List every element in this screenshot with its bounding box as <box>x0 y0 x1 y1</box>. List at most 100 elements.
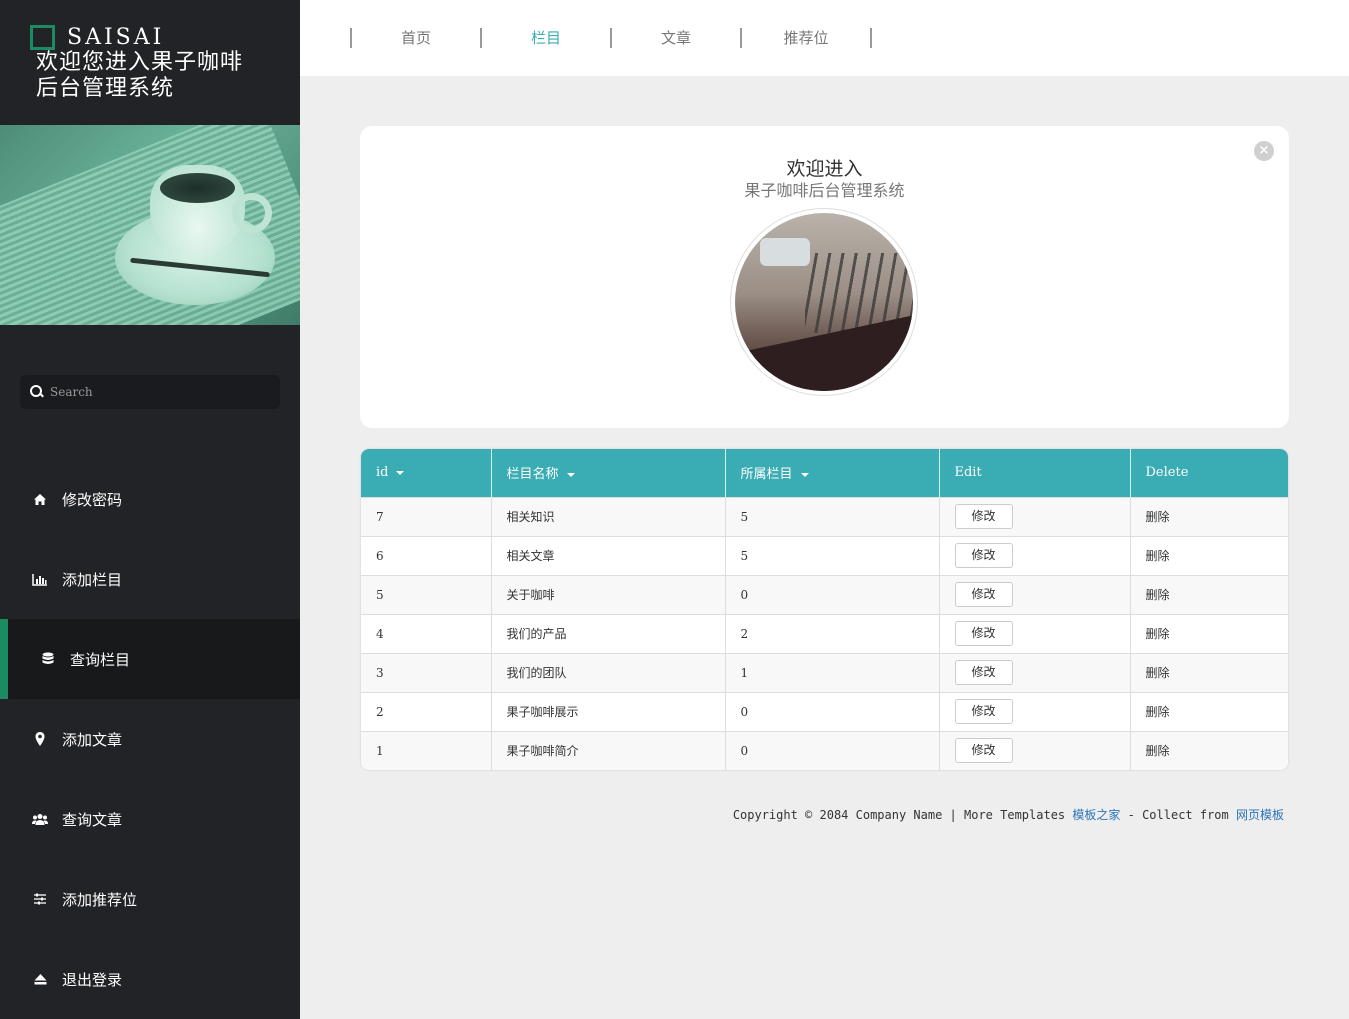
sidebar-item-change-password[interactable]: 修改密码 <box>0 459 300 539</box>
footer-copyright: Copyright © 2084 Company Name | More Tem… <box>732 808 1073 822</box>
search-box <box>20 375 280 409</box>
header-label: Delete <box>1145 465 1189 481</box>
edit-button[interactable]: 修改 <box>954 504 1013 529</box>
edit-button[interactable]: 修改 <box>954 543 1013 568</box>
brand-welcome-line2: 后台管理系统 <box>36 76 175 101</box>
cell-id: 5 <box>361 574 492 614</box>
sidebar: SAISAI 欢迎您进入果子咖啡 后台管理系统 修改密码 添加栏目 <box>0 0 300 1019</box>
cell-edit: 修改 <box>939 574 1131 614</box>
cell-name: 我们的产品 <box>491 613 726 653</box>
cell-id: 1 <box>361 730 492 770</box>
cell-parent: 0 <box>725 730 940 770</box>
sidebar-item-label: 查询栏目 <box>70 650 131 669</box>
table-row: 1 果子咖啡简介 0 修改 删除 <box>361 730 1288 770</box>
cell-edit: 修改 <box>939 613 1131 653</box>
footer-collect-text: - Collect from <box>1120 808 1236 822</box>
home-icon <box>32 493 48 506</box>
header-name[interactable]: 栏目名称 <box>491 449 726 497</box>
sidebar-item-query-column[interactable]: 查询栏目 <box>0 619 300 699</box>
cup-handle-shape <box>232 193 272 233</box>
edit-button[interactable]: 修改 <box>954 699 1013 724</box>
cell-name: 我们的团队 <box>491 652 726 692</box>
nav-separator <box>870 28 872 48</box>
caret-down-icon <box>396 470 405 475</box>
brand-welcome-line1: 欢迎您进入果子咖啡 <box>36 50 244 75</box>
cell-name: 相关知识 <box>491 496 726 536</box>
footer-link-templates-home[interactable]: 模板之家 <box>1072 808 1120 822</box>
welcome-subtitle: 果子咖啡后台管理系统 <box>744 181 905 200</box>
edit-button[interactable]: 修改 <box>954 582 1013 607</box>
header-delete: Delete <box>1130 449 1288 497</box>
sidebar-item-logout[interactable]: 退出登录 <box>0 939 300 1019</box>
cell-delete: 删除 <box>1130 691 1288 731</box>
cell-parent: 5 <box>725 535 940 575</box>
welcome-card: × 欢迎进入 果子咖啡后台管理系统 <box>360 126 1289 428</box>
map-pin-icon <box>32 732 48 746</box>
table-row: 2 果子咖啡展示 0 修改 删除 <box>361 691 1288 731</box>
coffee-hero-image <box>0 125 300 325</box>
cell-edit: 修改 <box>939 535 1131 575</box>
tab-articles[interactable]: 文章 <box>612 28 740 48</box>
header-edit: Edit <box>939 449 1131 497</box>
search-input[interactable] <box>50 385 270 399</box>
cell-delete: 删除 <box>1130 652 1288 692</box>
cell-delete: 删除 <box>1130 496 1288 536</box>
tab-recommend[interactable]: 推荐位 <box>742 28 870 48</box>
cell-delete: 删除 <box>1130 613 1288 653</box>
cell-parent: 0 <box>725 691 940 731</box>
sidebar-item-add-article[interactable]: 添加文章 <box>0 699 300 779</box>
cell-edit: 修改 <box>939 496 1131 536</box>
cell-delete: 删除 <box>1130 574 1288 614</box>
footer: Copyright © 2084 Company Name | More Tem… <box>733 806 1284 823</box>
avatar-image <box>735 213 913 391</box>
users-icon <box>32 813 48 826</box>
header-label: Edit <box>954 465 982 481</box>
header-parent[interactable]: 所属栏目 <box>725 449 940 497</box>
sidebar-item-label: 添加文章 <box>62 730 123 749</box>
cell-edit: 修改 <box>939 652 1131 692</box>
brand-logo: SAISAI <box>30 25 243 50</box>
cell-id: 4 <box>361 613 492 653</box>
delete-link[interactable]: 删除 <box>1146 588 1170 602</box>
delete-link[interactable]: 删除 <box>1146 510 1170 524</box>
tab-columns[interactable]: 栏目 <box>482 28 610 48</box>
cell-name: 关于咖啡 <box>491 574 726 614</box>
delete-link[interactable]: 删除 <box>1146 549 1170 563</box>
car-shape <box>760 238 810 266</box>
cell-id: 3 <box>361 652 492 692</box>
delete-link[interactable]: 删除 <box>1146 744 1170 758</box>
cell-delete: 删除 <box>1130 535 1288 575</box>
avatar <box>730 208 918 396</box>
sidebar-item-add-recommend[interactable]: 添加推荐位 <box>0 859 300 939</box>
caret-down-icon <box>800 472 809 477</box>
cell-id: 2 <box>361 691 492 731</box>
tab-home[interactable]: 首页 <box>352 28 480 48</box>
delete-link[interactable]: 删除 <box>1146 627 1170 641</box>
sidebar-item-label: 退出登录 <box>62 970 123 989</box>
header-label: id <box>376 465 389 481</box>
header-id[interactable]: id <box>361 449 492 497</box>
delete-link[interactable]: 删除 <box>1146 705 1170 719</box>
sidebar-item-label: 查询文章 <box>62 810 123 829</box>
table-header-row: id 栏目名称 所属栏目 Edit Delete <box>361 449 1288 497</box>
header-label: 所属栏目 <box>740 467 793 483</box>
table-row: 6 相关文章 5 修改 删除 <box>361 535 1288 575</box>
footer-link-web-templates[interactable]: 网页模板 <box>1236 808 1284 822</box>
brand-square-icon <box>30 25 55 50</box>
cell-name: 相关文章 <box>491 535 726 575</box>
brand: SAISAI 欢迎您进入果子咖啡 后台管理系统 <box>30 25 243 102</box>
cell-edit: 修改 <box>939 691 1131 731</box>
search-icon[interactable] <box>30 385 44 399</box>
edit-button[interactable]: 修改 <box>954 660 1013 685</box>
delete-link[interactable]: 删除 <box>1146 666 1170 680</box>
sidebar-item-query-article[interactable]: 查询文章 <box>0 779 300 859</box>
top-nav-bar: 首页 栏目 文章 推荐位 <box>300 0 1349 76</box>
table-row: 4 我们的产品 2 修改 删除 <box>361 613 1288 653</box>
sidebar-item-label: 添加栏目 <box>62 570 123 589</box>
edit-button[interactable]: 修改 <box>954 738 1013 764</box>
coffee-shape <box>160 173 235 203</box>
cell-parent: 2 <box>725 613 940 653</box>
eject-icon <box>32 973 48 985</box>
edit-button[interactable]: 修改 <box>954 621 1013 646</box>
sidebar-item-add-column[interactable]: 添加栏目 <box>0 539 300 619</box>
